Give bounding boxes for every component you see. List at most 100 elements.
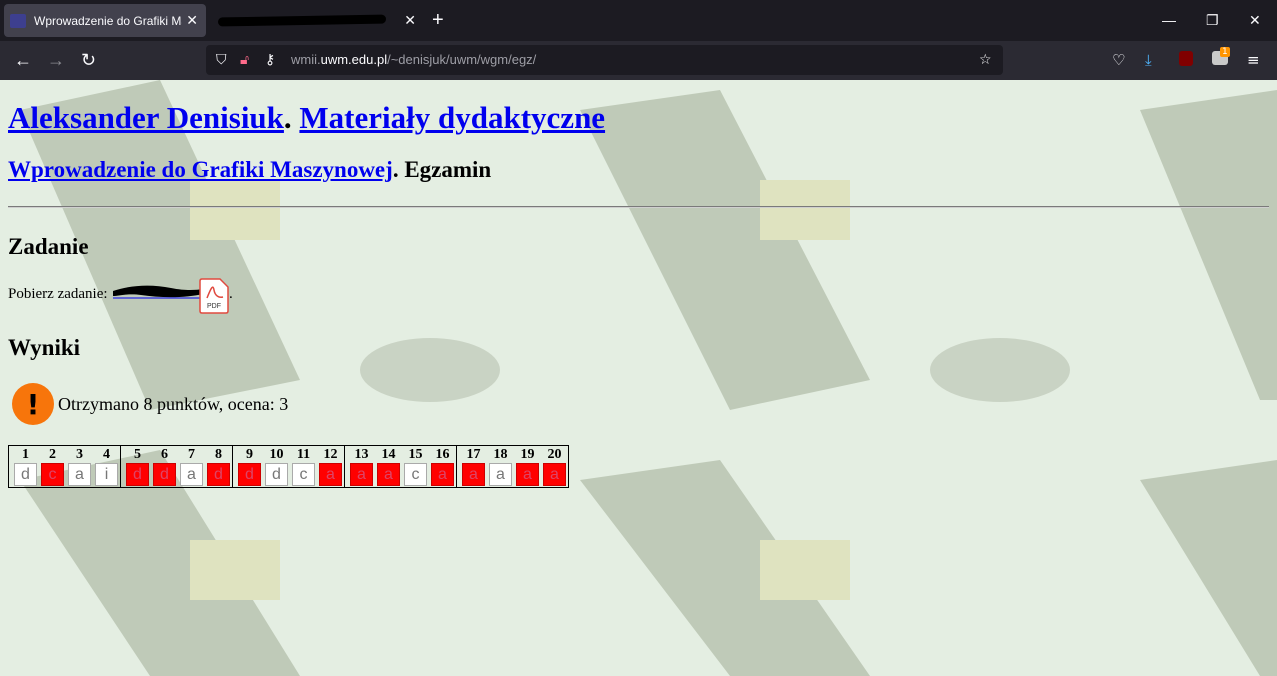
materials-link[interactable]: Materiały dydaktyczne bbox=[299, 100, 605, 135]
question-number: 3 bbox=[76, 447, 83, 462]
question-number: 13 bbox=[354, 447, 369, 462]
answer-boxes: ddad bbox=[126, 463, 230, 486]
pdf-icon[interactable]: PDF bbox=[199, 278, 229, 314]
course-link[interactable]: Wprowadzenie do Grafiki Maszynowej bbox=[8, 157, 393, 182]
pocket-icon[interactable]: ♡ bbox=[1112, 51, 1125, 69]
divider bbox=[8, 206, 1269, 208]
redacted-tab-title bbox=[217, 14, 387, 27]
answer-box-correct: d bbox=[14, 463, 37, 486]
extension-badge: 1 bbox=[1220, 47, 1230, 57]
question-number: 2 bbox=[49, 447, 56, 462]
answer-group: 1234dcai bbox=[8, 445, 121, 488]
question-number: 15 bbox=[408, 447, 423, 462]
forward-icon[interactable]: → bbox=[47, 50, 65, 70]
question-numbers: 13 14 15 16 bbox=[350, 448, 454, 462]
question-number: 17 bbox=[466, 447, 481, 462]
answers-table: 1 2 3 4 d c a i 5 6 7 8 d d a d 9 10 11 12 d d c a 13 14 15 16 a a c a 1… bbox=[8, 445, 569, 488]
answer-boxes: dcai bbox=[14, 463, 118, 486]
answer-box-correct: d bbox=[265, 463, 288, 486]
star-icon[interactable]: ☆ bbox=[979, 51, 992, 69]
redacted-download-link[interactable] bbox=[111, 282, 205, 300]
shield-icon[interactable]: ⛉ bbox=[216, 51, 227, 69]
ublock-icon[interactable] bbox=[1179, 51, 1193, 70]
question-number: 1 bbox=[22, 447, 29, 462]
answer-box-correct: i bbox=[95, 463, 118, 486]
result-row: ! Otrzymano 8 punktów, ocena: 3 bbox=[12, 383, 288, 425]
url-text[interactable]: wmii.uwm.edu.pl/~denisjuk/uwm/wgm/egz/ bbox=[291, 52, 536, 67]
lock-icon[interactable]: 🔓︎ bbox=[240, 51, 249, 69]
question-number: 8 bbox=[215, 447, 222, 462]
answer-group: 17 18 19 20 a a a a bbox=[456, 445, 569, 488]
answer-box-wrong: a bbox=[377, 463, 400, 486]
tab-title: Wprowadzenie do Grafiki Maszynowej bbox=[34, 13, 182, 28]
answer-box-correct: a bbox=[68, 463, 91, 486]
site-favicon-icon bbox=[10, 13, 26, 28]
tab-close-icon[interactable]: ✕ bbox=[186, 11, 198, 29]
download-icon[interactable]: ⤓ bbox=[1145, 51, 1152, 69]
url-bar[interactable]: ⛉ 🔓︎ ⚷ wmii.uwm.edu.pl/~denisjuk/uwm/wgm… bbox=[206, 45, 1003, 75]
answer-box-correct: a bbox=[180, 463, 203, 486]
result-text: Otrzymano 8 punktów, ocena: 3 bbox=[58, 393, 289, 414]
page-body: Aleksander Denisiuk. Materiały dydaktycz… bbox=[0, 80, 1277, 676]
question-number: 20 bbox=[547, 447, 562, 462]
answer-group: 5678ddad bbox=[120, 445, 233, 488]
answer-box-correct: c bbox=[292, 463, 315, 486]
question-number: 4 bbox=[103, 447, 110, 462]
answer-boxes: ddca bbox=[238, 463, 342, 486]
answer-box-wrong: c bbox=[41, 463, 64, 486]
results-heading: Wyniki bbox=[8, 335, 81, 360]
tab-active[interactable]: Wprowadzenie do Grafiki Maszynowej ✕ bbox=[4, 4, 206, 37]
tab-bar: Wprowadzenie do Grafiki Maszynowej ✕ ✕ +… bbox=[0, 0, 1277, 41]
answer-box-wrong: a bbox=[319, 463, 342, 486]
back-icon[interactable]: ← bbox=[14, 50, 32, 70]
menu-icon[interactable]: ≡ bbox=[1247, 51, 1260, 69]
tab-inactive[interactable]: ✕ bbox=[210, 4, 424, 37]
key-icon[interactable]: ⚷ bbox=[265, 51, 275, 69]
question-numbers: 5 6 7 8 bbox=[126, 448, 230, 462]
answer-box-wrong: a bbox=[431, 463, 454, 486]
task-heading: Zadanie bbox=[8, 234, 89, 259]
answer-group: 13 14 15 16 a a c a bbox=[344, 445, 457, 488]
question-number: 16 bbox=[435, 447, 450, 462]
answer-box-wrong: a bbox=[516, 463, 539, 486]
question-number: 7 bbox=[188, 447, 195, 462]
question-numbers: 1 2 3 4 bbox=[14, 448, 118, 462]
new-tab-button[interactable]: + bbox=[432, 9, 444, 31]
close-window-icon[interactable]: ✕ bbox=[1249, 11, 1261, 29]
question-numbers: 17 18 19 20 bbox=[462, 448, 566, 462]
author-link[interactable]: Aleksander Denisiuk bbox=[8, 100, 284, 135]
page-title: Aleksander Denisiuk. Materiały dydaktycz… bbox=[8, 100, 605, 136]
answer-box-correct: c bbox=[404, 463, 427, 486]
answer-box-correct: a bbox=[489, 463, 512, 486]
answer-box-wrong: a bbox=[462, 463, 485, 486]
course-subtitle: Wprowadzenie do Grafiki Maszynowej. Egza… bbox=[8, 157, 491, 183]
tab-close-icon[interactable]: ✕ bbox=[404, 11, 416, 29]
answer-box-wrong: a bbox=[543, 463, 566, 486]
warning-icon: ! bbox=[12, 383, 54, 425]
exam-label: . Egzamin bbox=[392, 157, 492, 182]
question-numbers: 9 10 11 12 bbox=[238, 448, 342, 462]
extension-icon[interactable]: 1 bbox=[1212, 47, 1230, 69]
answer-box-wrong: d bbox=[238, 463, 261, 486]
reload-icon[interactable]: ↻ bbox=[81, 50, 96, 70]
answer-box-wrong: d bbox=[153, 463, 176, 486]
answer-box-wrong: d bbox=[207, 463, 230, 486]
answers-row: 1 2 3 4 d c a i 5 6 7 8 d d a d 9 10 11 12 d d c a 13 14 15 16 a a c a 1… bbox=[8, 445, 569, 488]
answer-group: 9 10 11 12 d d c a bbox=[232, 445, 345, 488]
restore-icon[interactable]: ❐ bbox=[1206, 11, 1219, 29]
title-separator: . bbox=[283, 100, 292, 135]
download-line: Pobierz zadanie: bbox=[8, 286, 108, 303]
answer-box-wrong: a bbox=[350, 463, 373, 486]
download-label: Pobierz zadanie: bbox=[8, 286, 108, 302]
minimize-icon[interactable]: — bbox=[1162, 11, 1176, 29]
question-number: 5 bbox=[134, 447, 141, 462]
question-number: 14 bbox=[381, 447, 396, 462]
trailing-dot: . bbox=[229, 286, 233, 302]
answer-boxes: aaca bbox=[350, 463, 454, 486]
question-number: 6 bbox=[161, 447, 168, 462]
question-number: 12 bbox=[323, 447, 338, 462]
question-number: 18 bbox=[493, 447, 508, 462]
pdf-icon-label: PDF bbox=[207, 303, 221, 310]
question-number: 11 bbox=[296, 447, 311, 462]
question-number: 10 bbox=[269, 447, 284, 462]
